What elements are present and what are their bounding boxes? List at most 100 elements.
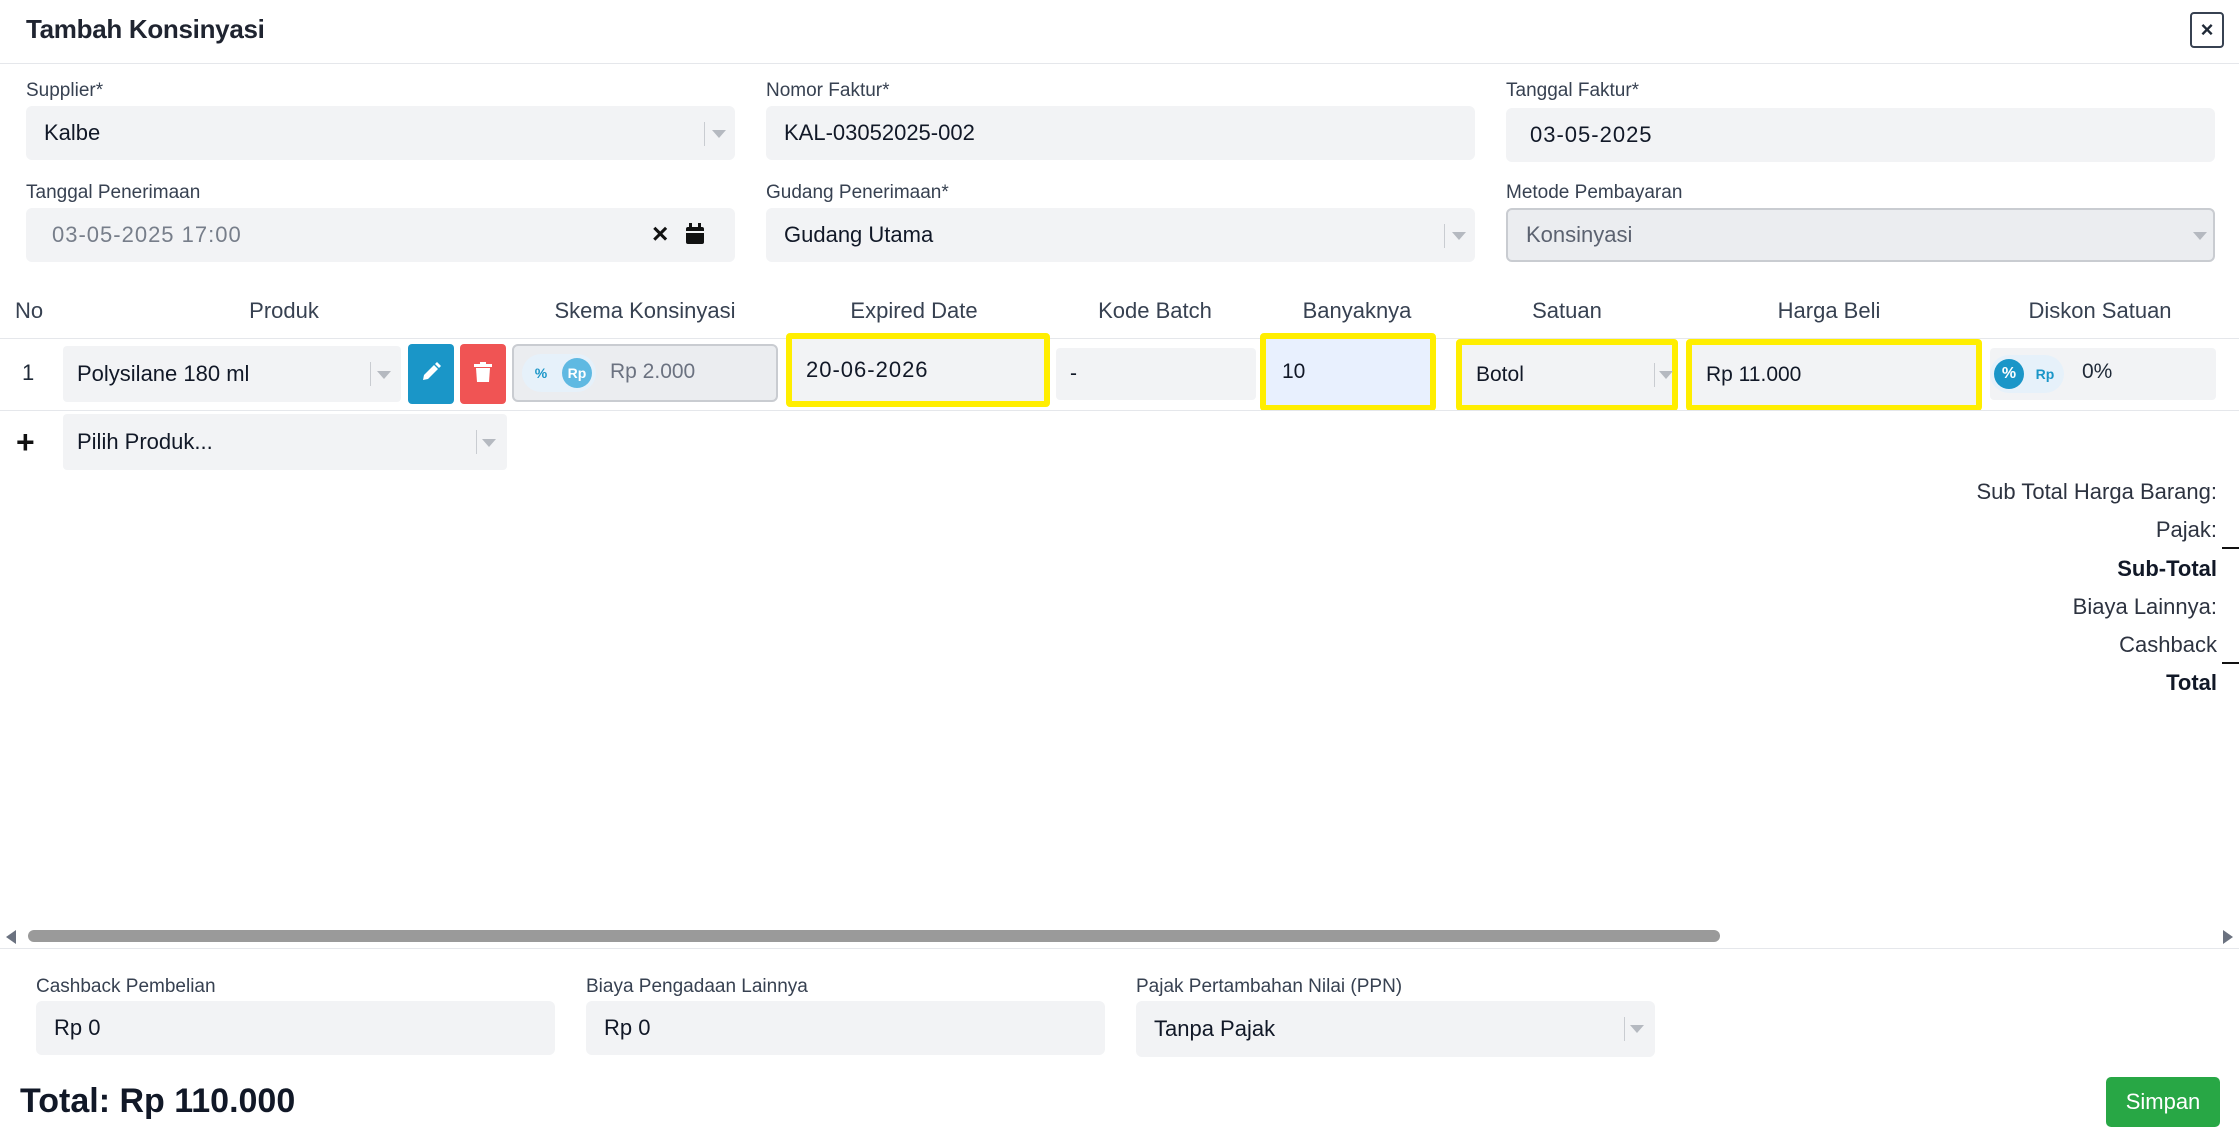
satuan-value: Botol [1476, 363, 1524, 386]
skema-konsinyasi-field[interactable]: % Rp Rp 2.000 [512, 344, 778, 402]
modal-title: Tambah Konsinyasi [26, 14, 265, 44]
close-icon: × [2200, 17, 2214, 42]
chevron-down-icon [1452, 232, 1466, 240]
satuan-select[interactable]: Botol [1456, 339, 1678, 411]
calendar-icon[interactable] [685, 223, 705, 251]
header-divider [0, 63, 2239, 64]
th-diskon-satuan: Diskon Satuan [2028, 298, 2172, 323]
th-kode-batch: Kode Batch [1098, 298, 1212, 323]
tanggal-faktur-input[interactable]: 03-05-2025 [1506, 108, 2215, 162]
ppn-select[interactable]: Tanpa Pajak [1136, 1001, 1655, 1057]
biaya-pengadaan-input[interactable]: Rp 0 [586, 1001, 1105, 1055]
chevron-down-icon [2193, 232, 2207, 240]
skema-value: Rp 2.000 [610, 360, 696, 383]
table-row-divider [0, 410, 2239, 411]
pilih-produk-select[interactable]: Pilih Produk... [63, 414, 507, 470]
harga-beli-value: Rp 11.000 [1706, 363, 1802, 386]
cashback-pembelian-value: Rp 0 [54, 1015, 101, 1040]
chevron-down-icon [377, 371, 391, 379]
th-satuan: Satuan [1532, 298, 1602, 323]
gudang-penerimaan-value: Gudang Utama [784, 222, 934, 247]
nomor-faktur-label: Nomor Faktur* [766, 80, 890, 101]
skema-toggle[interactable]: % Rp [522, 354, 596, 392]
ppn-label: Pajak Pertambahan Nilai (PPN) [1136, 976, 1403, 997]
close-button[interactable]: × [2190, 12, 2224, 48]
metode-pembayaran-value: Konsinyasi [1526, 222, 1633, 247]
biaya-pengadaan-label: Biaya Pengadaan Lainnya [586, 976, 808, 997]
summary-divider [2222, 662, 2239, 664]
th-banyaknya: Banyaknya [1302, 298, 1412, 323]
select-separator [1444, 224, 1445, 248]
banyaknya-value: 10 [1282, 360, 1306, 383]
scrollbar-thumb[interactable] [28, 930, 1720, 942]
tanggal-penerimaan-label: Tanggal Penerimaan [26, 182, 201, 203]
add-row-icon[interactable]: + [16, 424, 35, 461]
kode-batch-value: - [1070, 362, 1077, 385]
chevron-down-icon [482, 439, 496, 447]
th-skema-konsinyasi: Skema Konsinyasi [554, 298, 736, 323]
produk-value: Polysilane 180 ml [77, 361, 250, 386]
expired-date-input[interactable]: 20-06-2026 [786, 333, 1050, 407]
scroll-right-arrow-icon[interactable] [2223, 930, 2233, 944]
percent-toggle[interactable]: % [526, 358, 556, 388]
kode-batch-input[interactable]: - [1056, 348, 1256, 400]
biaya-lainnya-label: Biaya Lainnya: [2072, 594, 2217, 619]
tanggal-faktur-value: 03-05-2025 [1530, 122, 1653, 147]
select-separator [704, 122, 705, 146]
diskon-value: 0% [2082, 360, 2113, 383]
cashback-pembelian-label: Cashback Pembelian [36, 976, 216, 997]
ppn-value: Tanpa Pajak [1154, 1016, 1276, 1041]
nomor-faktur-value: KAL-03052025-002 [784, 120, 975, 145]
metode-pembayaran-select: Konsinyasi [1506, 208, 2215, 262]
row-number: 1 [22, 360, 35, 385]
sub-total-harga-label: Sub Total Harga Barang: [1976, 479, 2217, 504]
select-separator [1624, 1017, 1625, 1041]
chevron-down-icon [1659, 371, 1673, 379]
percent-toggle[interactable]: % [1994, 359, 2024, 389]
cashback-pembelian-input[interactable]: Rp 0 [36, 1001, 555, 1055]
cashback-label: Cashback [2119, 632, 2217, 657]
trash-icon [474, 361, 492, 387]
tanggal-penerimaan-input[interactable]: 03-05-2025 17:00 × [26, 208, 735, 262]
footer-divider [0, 948, 2239, 949]
th-harga-beli: Harga Beli [1777, 298, 1881, 323]
grand-total: Total: Rp 110.000 [20, 1082, 296, 1120]
pajak-label: Pajak: [2155, 517, 2217, 542]
expired-date-value: 20-06-2026 [806, 357, 929, 382]
edit-button[interactable] [408, 344, 454, 404]
pencil-icon [421, 361, 441, 387]
produk-select[interactable]: Polysilane 180 ml [63, 346, 401, 402]
tanggal-faktur-label: Tanggal Faktur* [1506, 80, 1640, 101]
delete-button[interactable] [460, 344, 506, 404]
biaya-pengadaan-value: Rp 0 [604, 1015, 651, 1040]
supplier-label: Supplier* [26, 80, 104, 101]
clear-icon[interactable]: × [652, 218, 668, 250]
th-no: No [14, 298, 44, 323]
chevron-down-icon [712, 130, 726, 138]
rupiah-toggle[interactable]: Rp [2030, 359, 2060, 389]
rupiah-toggle[interactable]: Rp [562, 358, 592, 388]
diskon-satuan-field[interactable]: % Rp 0% [1990, 348, 2216, 400]
harga-beli-input[interactable]: Rp 11.000 [1686, 339, 1982, 411]
tanggal-penerimaan-value: 03-05-2025 17:00 [52, 222, 242, 247]
select-separator [370, 362, 371, 386]
select-separator [476, 430, 477, 454]
select-separator [1654, 363, 1655, 387]
th-expired-date: Expired Date [850, 298, 978, 323]
chevron-down-icon [1630, 1025, 1644, 1033]
diskon-toggle[interactable]: % Rp [1990, 355, 2064, 393]
nomor-faktur-input[interactable]: KAL-03052025-002 [766, 106, 1475, 160]
banyaknya-input[interactable]: 10 [1260, 333, 1436, 411]
supplier-select[interactable]: Kalbe [26, 106, 735, 160]
scroll-left-arrow-icon[interactable] [6, 930, 16, 944]
total-label: Total [2166, 670, 2217, 695]
th-produk: Produk [249, 298, 319, 323]
gudang-penerimaan-label: Gudang Penerimaan* [766, 182, 949, 203]
save-button[interactable]: Simpan [2106, 1077, 2220, 1127]
sub-total-label: Sub-Total [2117, 556, 2217, 581]
gudang-penerimaan-select[interactable]: Gudang Utama [766, 208, 1475, 262]
metode-pembayaran-label: Metode Pembayaran [1506, 182, 1683, 203]
supplier-value: Kalbe [44, 120, 101, 145]
summary-divider [2222, 547, 2239, 549]
pilih-produk-placeholder: Pilih Produk... [77, 429, 213, 454]
